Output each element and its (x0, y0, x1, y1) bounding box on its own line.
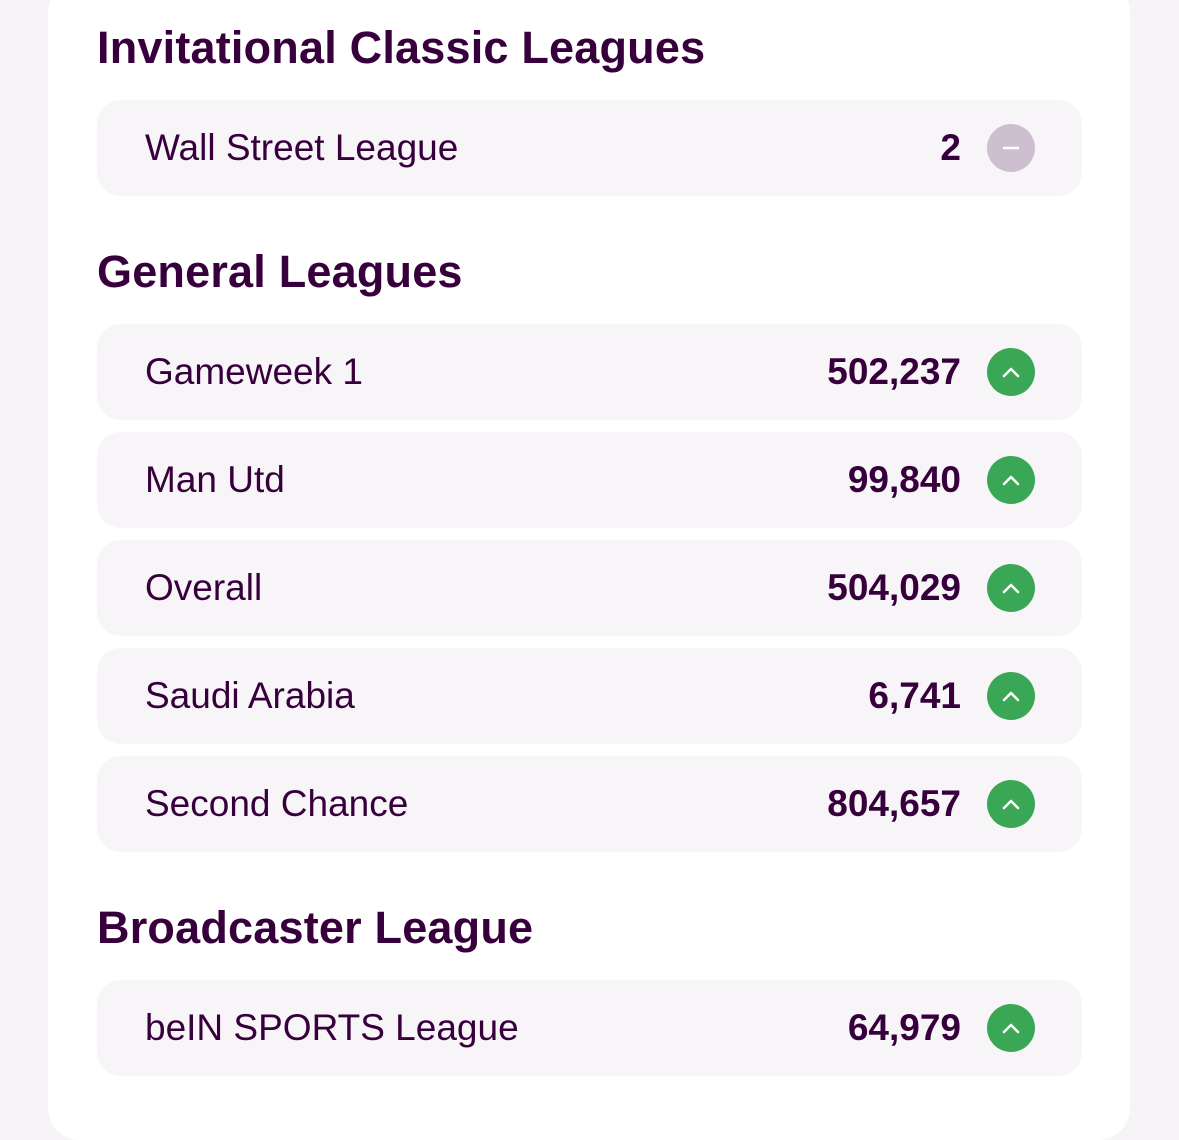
league-rank: 504,029 (827, 567, 961, 608)
league-row-bein-sports-league[interactable]: beIN SPORTS League 64,979 (97, 980, 1082, 1076)
chevron-up-icon (987, 564, 1035, 612)
league-row-overall[interactable]: Overall 504,029 (97, 540, 1082, 636)
league-name: Gameweek 1 (145, 351, 363, 392)
league-row-saudi-arabia[interactable]: Saudi Arabia 6,741 (97, 648, 1082, 744)
league-row-man-utd[interactable]: Man Utd 99,840 (97, 432, 1082, 528)
chevron-up-icon (987, 672, 1035, 720)
league-row-second-chance[interactable]: Second Chance 804,657 (97, 756, 1082, 852)
league-name: beIN SPORTS League (145, 1007, 519, 1048)
chevron-up-icon (987, 348, 1035, 396)
broadcaster-league-heading: Broadcaster League (97, 902, 534, 953)
league-name: Second Chance (145, 783, 409, 824)
chevron-up-icon (987, 456, 1035, 504)
invitational-leagues-heading: Invitational Classic Leagues (97, 22, 706, 73)
chevron-up-icon (987, 1004, 1035, 1052)
league-rank: 64,979 (847, 1007, 961, 1048)
chevron-up-icon (987, 780, 1035, 828)
league-name: Overall (145, 567, 263, 608)
minus-icon (987, 124, 1035, 172)
league-name: Man Utd (145, 459, 285, 500)
general-leagues-heading: General Leagues (97, 246, 463, 297)
league-rank: 2 (940, 127, 961, 168)
league-rank: 6,741 (868, 675, 961, 716)
league-row-gameweek-1[interactable]: Gameweek 1 502,237 (97, 324, 1082, 420)
league-rank: 99,840 (847, 459, 961, 500)
league-rank: 502,237 (827, 351, 961, 392)
league-name: Wall Street League (145, 127, 459, 168)
league-row-wall-street-league[interactable]: Wall Street League 2 (97, 100, 1082, 196)
league-name: Saudi Arabia (145, 675, 355, 716)
league-rank: 804,657 (827, 783, 961, 824)
